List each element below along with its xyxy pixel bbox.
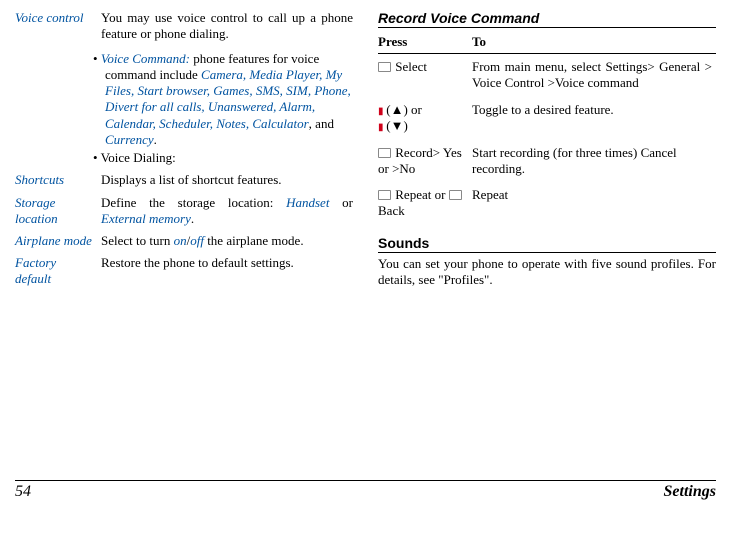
press-repeat: Repeat or <box>392 187 449 202</box>
airplane-d2: the airplane mode. <box>204 233 304 248</box>
voice-dialing-bullet: Voice Dialing: <box>93 150 353 166</box>
voice-command-bullet: Voice Command: phone features for voice … <box>93 51 353 149</box>
press-back: Back <box>378 203 405 218</box>
softkey-icon <box>378 148 391 158</box>
th-to: To <box>472 31 716 54</box>
table-row: Select From main menu, select Settings> … <box>378 54 716 97</box>
to-select: From main menu, select Settings> General… <box>472 54 716 97</box>
to-repeat: Repeat <box>472 182 716 225</box>
press-up: (▲) or <box>383 102 422 117</box>
storage-or: or <box>329 195 353 210</box>
airplane-d1: Select to turn <box>101 233 174 248</box>
section-name: Settings <box>664 483 716 501</box>
table-row: Record> Yes or >No Start recording (for … <box>378 140 716 183</box>
airplane-off: off <box>190 233 204 248</box>
press-select: Select <box>392 59 427 74</box>
airplane-desc: Select to turn on/off the airplane mode. <box>101 233 353 249</box>
softkey-icon <box>449 190 462 200</box>
voice-command-lead: Voice Command: <box>101 51 190 66</box>
sounds-body: You can set your phone to operate with f… <box>378 256 716 288</box>
shortcuts-label: Shortcuts <box>15 172 101 188</box>
softkey-icon <box>378 62 391 72</box>
footer: 54 Settings <box>15 480 716 501</box>
table-row: ▮ (▲) or ▮ (▼) Toggle to a desired featu… <box>378 97 716 140</box>
page-number: 54 <box>15 483 31 501</box>
airplane-label: Airplane mode <box>15 233 101 249</box>
record-voice-command-heading: Record Voice Command <box>378 10 716 28</box>
storage-d1: Define the storage location: <box>101 195 286 210</box>
to-toggle: Toggle to a desired feature. <box>472 97 716 140</box>
shortcuts-desc: Displays a list of shortcut features. <box>101 172 353 188</box>
voice-command-and: , and <box>309 116 334 131</box>
storage-external: External memory <box>101 211 191 226</box>
storage-handset: Handset <box>286 195 329 210</box>
factory-label: Factory default <box>15 255 101 287</box>
storage-desc: Define the storage location: Handset or … <box>101 195 353 228</box>
press-to-table: Press To Select From main menu, select S… <box>378 31 716 225</box>
th-press: Press <box>378 31 472 54</box>
sounds-heading: Sounds <box>378 235 716 253</box>
storage-label: Storage location <box>15 195 101 228</box>
voice-control-desc: You may use voice control to call up a p… <box>101 10 353 43</box>
press-down: (▼) <box>383 118 408 133</box>
to-record: Start recording (for three times) Cancel… <box>472 140 716 183</box>
table-row: Repeat or Back Repeat <box>378 182 716 225</box>
voice-command-last: Currency <box>105 132 154 147</box>
voice-command-tail: . <box>154 132 157 147</box>
airplane-on: on <box>174 233 187 248</box>
factory-desc: Restore the phone to default settings. <box>101 255 353 287</box>
softkey-icon <box>378 190 391 200</box>
storage-tail: . <box>191 211 194 226</box>
voice-control-label: Voice control <box>15 10 101 45</box>
